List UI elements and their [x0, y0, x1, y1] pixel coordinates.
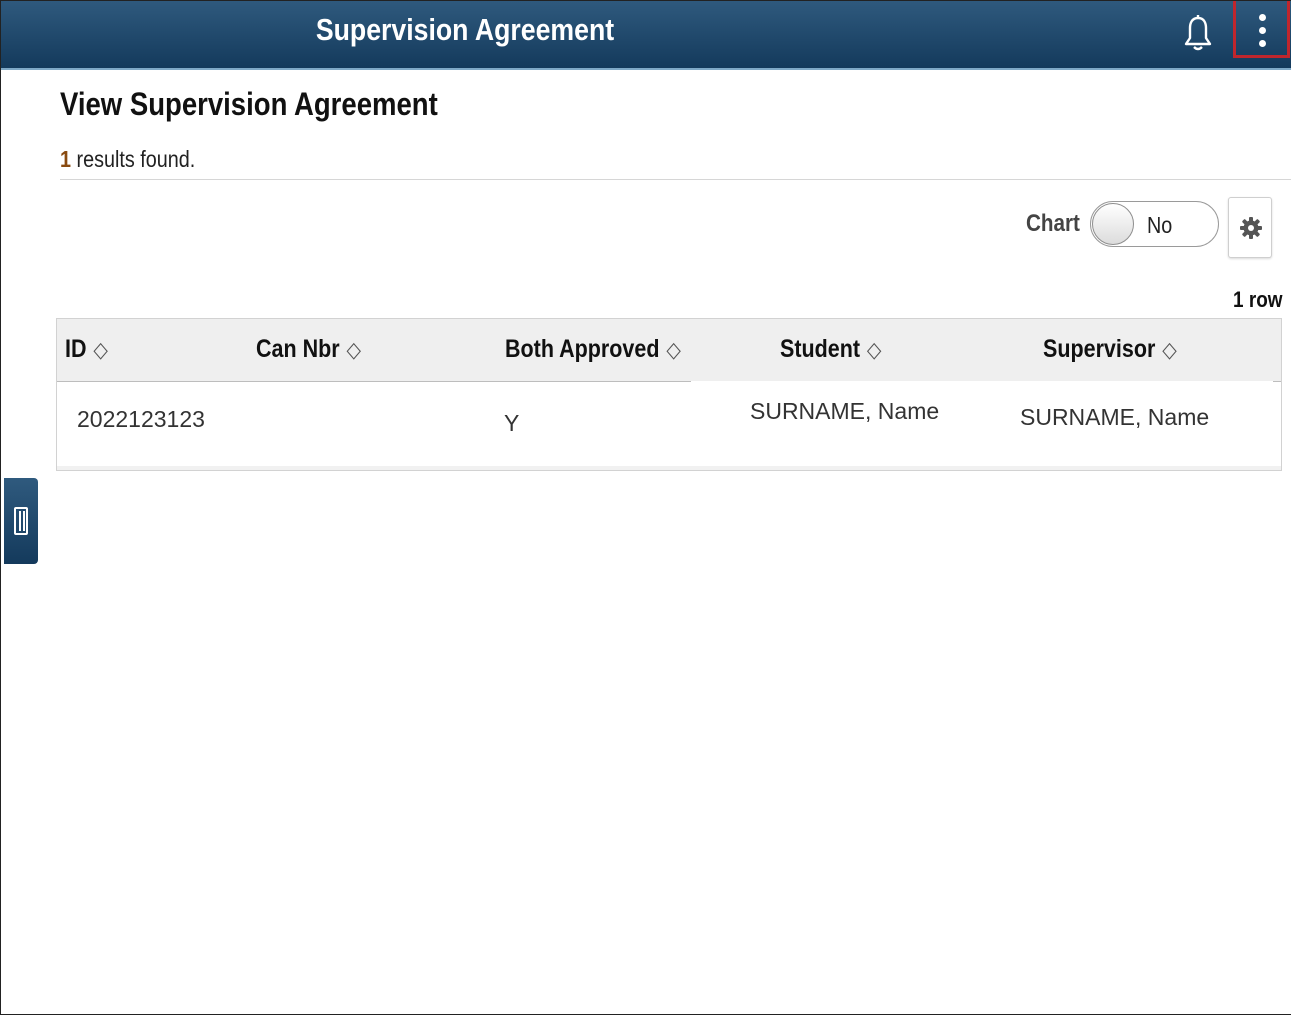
chart-toggle[interactable]: No: [1090, 201, 1219, 247]
panel-collapse-icon: [14, 507, 28, 535]
column-label: Both Approved: [505, 335, 660, 363]
sort-icon: ◇: [866, 337, 882, 362]
header-banner: Supervision Agreement: [0, 0, 1291, 70]
chart-toggle-label: Chart: [1026, 210, 1080, 237]
results-suffix: results found.: [71, 146, 196, 172]
divider: [60, 179, 1291, 180]
cell-student: SURNAME, Name: [750, 398, 940, 424]
sort-icon: ◇: [93, 337, 108, 362]
column-label: Can Nbr: [256, 335, 340, 363]
column-header-student[interactable]: Student ◇: [780, 335, 881, 364]
side-panel-toggle[interactable]: [4, 478, 38, 564]
column-header-supervisor[interactable]: Supervisor ◇: [1043, 335, 1177, 364]
actions-menu-button[interactable]: [1233, 0, 1290, 58]
results-count: 1: [60, 146, 72, 172]
toggle-knob: [1092, 203, 1134, 245]
cell-both-approved: Y: [504, 410, 520, 436]
sort-icon: ◇: [1162, 337, 1177, 362]
column-header-can-nbr[interactable]: Can Nbr ◇: [256, 335, 361, 364]
bell-icon[interactable]: [1183, 14, 1213, 54]
column-label: Student: [780, 335, 861, 363]
column-header-id[interactable]: ID ◇: [65, 335, 108, 364]
grid-settings-button[interactable]: [1228, 197, 1272, 258]
grid-header: ID ◇ Can Nbr ◇ Both Approved ◇ Student ◇ Sup…: [57, 319, 1281, 384]
column-header-both-approved[interactable]: Both Approved ◇: [505, 335, 681, 364]
column-label: Supervisor: [1043, 335, 1156, 363]
results-summary: 1 results found.: [60, 146, 195, 173]
column-label: ID: [65, 335, 87, 363]
page-title: View Supervision Agreement: [60, 86, 438, 122]
header-title: Supervision Agreement: [315, 12, 615, 47]
results-grid: ID ◇ Can Nbr ◇ Both Approved ◇ Student ◇ Sup…: [56, 318, 1282, 471]
sort-icon: ◇: [346, 337, 362, 362]
sort-icon: ◇: [666, 337, 681, 362]
cell-id: 2022123123: [77, 406, 205, 432]
gear-icon: [1240, 217, 1262, 239]
chart-toggle-value: No: [1147, 212, 1173, 238]
row-count: 1 row: [1232, 287, 1282, 312]
cell-supervisor: SURNAME, Name: [1020, 404, 1210, 430]
